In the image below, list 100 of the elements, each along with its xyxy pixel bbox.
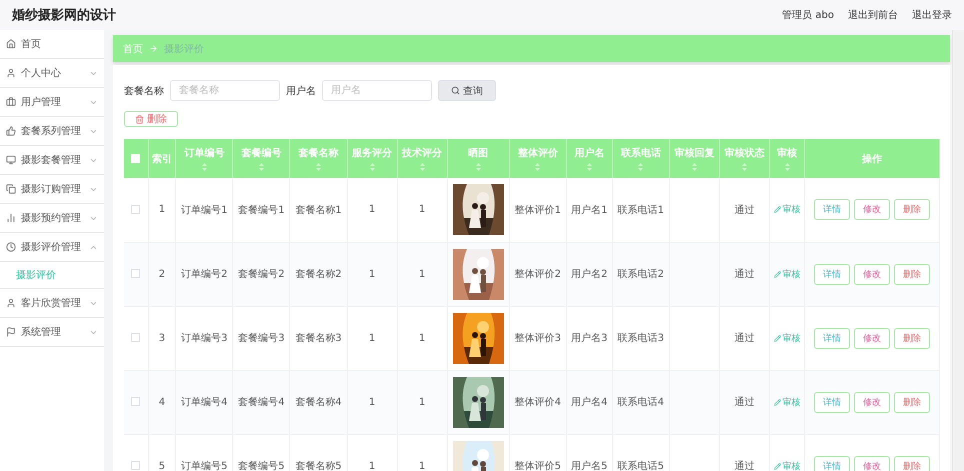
submenu-item[interactable]: 摄影评价 — [0, 262, 104, 289]
sort-icon[interactable] — [692, 163, 697, 171]
table-cell: 订单编号3 — [181, 333, 228, 344]
search-field[interactable]: 套餐名称 — [170, 80, 280, 101]
table-cell: 套餐名称5 — [295, 461, 342, 471]
column-header: 晒图 — [468, 147, 488, 160]
action-button[interactable]: 删除 — [894, 199, 930, 220]
app-title: 婚纱摄影网的设计 — [12, 7, 116, 24]
sort-icon[interactable] — [742, 163, 747, 171]
action-button[interactable]: 删除 — [894, 264, 930, 284]
action-button[interactable]: 详情 — [814, 264, 850, 284]
table-cell: 整体评价1 — [514, 204, 561, 216]
table-cell: 1 — [158, 204, 166, 216]
sort-icon[interactable] — [202, 163, 207, 171]
table-cell: 2 — [158, 268, 166, 280]
review-link[interactable]: 审核 — [774, 332, 801, 344]
table-cell: 整体评价3 — [514, 333, 561, 344]
review-link[interactable]: 审核 — [774, 460, 801, 471]
table-cell: 通过 — [734, 204, 754, 216]
sort-icon[interactable] — [370, 163, 375, 171]
sort-icon[interactable] — [258, 163, 264, 171]
table-cell: 3 — [158, 332, 166, 344]
column-header: 整体评价 — [518, 146, 558, 160]
sidebar-item[interactable]: 用户管理 — [0, 88, 104, 117]
edit-icon — [774, 334, 781, 342]
table-cell: 通过 — [734, 397, 754, 408]
edit-icon — [774, 462, 781, 470]
table-cell: 1 — [418, 396, 426, 408]
sort-icon[interactable] — [784, 163, 790, 171]
action-button[interactable]: 详情 — [814, 392, 850, 412]
action-button[interactable]: 修改 — [854, 392, 890, 412]
row-checkbox[interactable] — [131, 397, 140, 406]
table-cell: 套餐名称1 — [295, 204, 342, 216]
action-button[interactable]: 详情 — [814, 456, 850, 471]
review-link[interactable]: 审核 — [774, 396, 801, 408]
action-button[interactable]: 详情 — [814, 328, 850, 348]
action-button[interactable]: 修改 — [854, 328, 890, 348]
search-button[interactable]: 查询 — [438, 80, 496, 101]
action-button[interactable]: 删除 — [894, 392, 930, 412]
sort-icon[interactable] — [476, 163, 481, 171]
review-link[interactable]: 审核 — [774, 203, 801, 216]
sidebar-item[interactable]: 系统管理 — [0, 318, 104, 347]
table-cell: 1 — [368, 268, 376, 280]
column-header: 订单编号 — [184, 146, 224, 160]
arrow-right-icon — [149, 44, 158, 53]
trash-icon — [135, 114, 144, 124]
sidebar-item[interactable]: 摄影订购管理 — [0, 175, 104, 204]
sort-icon[interactable] — [638, 163, 644, 171]
table-cell: 用户名1 — [571, 204, 608, 216]
select-all-checkbox[interactable] — [131, 154, 140, 163]
row-checkbox[interactable] — [131, 461, 140, 470]
menu-icon — [6, 126, 16, 136]
sidebar-item[interactable]: 首页 — [0, 30, 104, 59]
field-label: 用户名 — [286, 84, 316, 98]
row-checkbox[interactable] — [131, 205, 140, 214]
menu-icon — [6, 298, 16, 308]
header-link[interactable]: 退出登录 — [912, 8, 952, 22]
sidebar-item[interactable]: 个人中心 — [0, 59, 104, 88]
sidebar-item[interactable]: 套餐系列管理 — [0, 117, 104, 146]
column-header: 技术评分 — [402, 146, 442, 160]
action-button[interactable]: 修改 — [854, 264, 890, 284]
table-cell: 套餐编号5 — [238, 461, 285, 471]
sidebar-item[interactable]: 摄影套餐管理 — [0, 146, 104, 175]
search-field[interactable]: 用户名 — [322, 80, 432, 101]
header-link[interactable]: 管理员 abo — [782, 8, 834, 22]
sidebar-item[interactable]: 客片欣赏管理 — [0, 289, 104, 318]
table-cell: 套餐编号4 — [238, 397, 285, 408]
action-button[interactable]: 详情 — [814, 199, 850, 220]
sort-icon[interactable] — [316, 163, 321, 171]
action-button[interactable]: 修改 — [854, 199, 890, 220]
table-cell: 联系电话2 — [618, 269, 664, 280]
header-link[interactable]: 退出到前台 — [848, 8, 898, 22]
menu-icon — [6, 327, 16, 337]
row-checkbox[interactable] — [131, 333, 140, 342]
action-button[interactable]: 修改 — [854, 456, 890, 471]
table-cell: 1 — [418, 332, 426, 344]
table-cell: 整体评价4 — [514, 397, 561, 408]
table-cell: 1 — [368, 460, 376, 471]
sort-icon[interactable] — [535, 163, 540, 171]
field-label: 套餐名称 — [124, 84, 164, 98]
delete-button[interactable]: 删除 — [124, 111, 178, 127]
table-cell: 整体评价2 — [514, 269, 561, 280]
table-cell: 订单编号1 — [181, 204, 228, 216]
column-header: 审核 — [777, 146, 798, 160]
row-checkbox[interactable] — [131, 269, 140, 278]
table-cell: 1 — [368, 204, 376, 216]
sidebar-item[interactable]: 摄影评价管理 — [0, 233, 104, 262]
review-link[interactable]: 审核 — [774, 268, 801, 280]
edit-icon — [774, 270, 781, 278]
table-cell: 订单编号5 — [181, 461, 228, 471]
sort-icon[interactable] — [586, 163, 592, 171]
table-cell: 通过 — [734, 461, 754, 471]
sidebar-item[interactable]: 摄影预约管理 — [0, 204, 104, 233]
table-cell: 联系电话4 — [618, 397, 664, 408]
action-button[interactable]: 删除 — [894, 456, 930, 471]
action-button[interactable]: 删除 — [894, 328, 930, 348]
table-cell: 联系电话5 — [618, 461, 664, 471]
search-icon — [451, 86, 460, 95]
sort-icon[interactable] — [420, 163, 425, 171]
table-cell: 4 — [158, 396, 166, 408]
